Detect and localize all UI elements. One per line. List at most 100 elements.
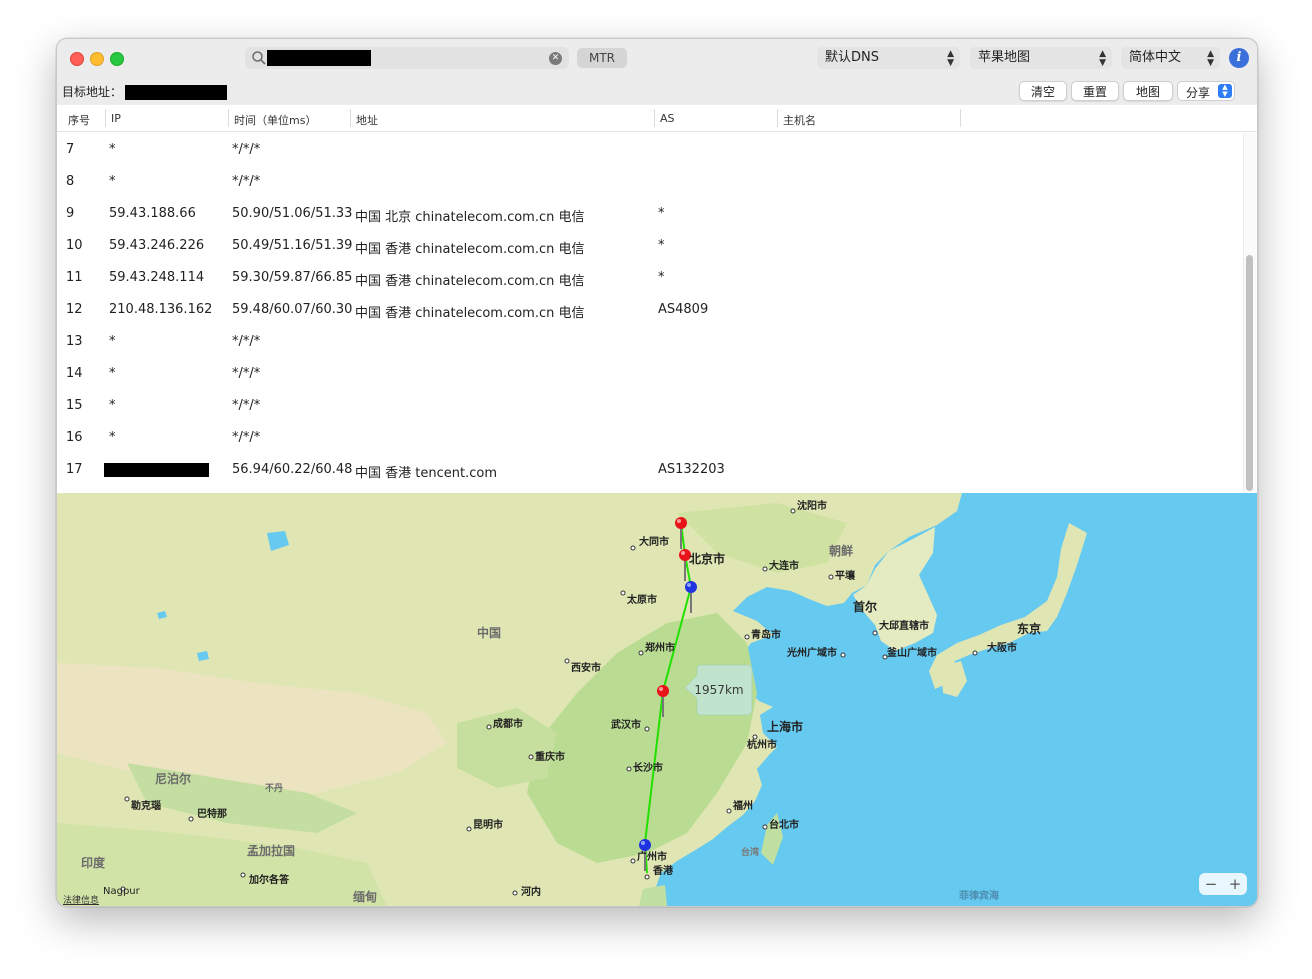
- column-divider[interactable]: [105, 109, 106, 127]
- map-canvas[interactable]: 1957km 中国 朝鲜 首尔 东京 尼泊尔 不丹 孟加拉国 印度 缅甸 台湾 …: [57, 493, 1257, 906]
- cell-time: */*/*: [232, 366, 261, 381]
- map-label: 大阪市: [987, 641, 1017, 654]
- cell-time: 59.48/60.07/60.30: [232, 302, 353, 317]
- table-row[interactable]: 11 59.43.248.114 59.30/59.87/66.85 中国 香港…: [57, 261, 1243, 293]
- search-field[interactable]: ✕: [245, 47, 569, 69]
- map-label: 河内: [521, 885, 541, 898]
- map-label: 长沙市: [633, 761, 663, 774]
- dns-select[interactable]: 默认DNS ▲ ▼: [817, 47, 960, 69]
- cell-time: */*/*: [232, 142, 261, 157]
- cell-time: */*/*: [232, 398, 261, 413]
- mtr-button[interactable]: MTR: [577, 48, 627, 68]
- close-window-button[interactable]: [70, 52, 84, 66]
- cell-address: 中国 香港 chinatelecom.com.cn 电信: [355, 306, 585, 321]
- legal-info-link[interactable]: 法律信息: [63, 893, 99, 906]
- cell-seq: 13: [66, 334, 83, 349]
- target-bar: 目标地址： 清空 重置 地图 分享 ▲ ▼: [57, 77, 1257, 105]
- zoom-out-button[interactable]: −: [1199, 873, 1223, 895]
- title-bar: ✕ MTR 默认DNS ▲ ▼ 苹果地图 ▲ ▼ 简体中文 ▲ ▼ i: [57, 39, 1257, 78]
- distance-label: 1957km: [694, 683, 743, 697]
- table-row[interactable]: 7 * */*/*: [57, 133, 1243, 165]
- cell-seq: 11: [66, 270, 83, 285]
- scrollbar-thumb[interactable]: [1246, 255, 1253, 491]
- table-row[interactable]: 12 210.48.136.162 59.48/60.07/60.30 中国 香…: [57, 293, 1243, 325]
- cell-time: 50.49/51.16/51.39: [232, 238, 353, 253]
- table-row[interactable]: 15 * */*/*: [57, 389, 1243, 421]
- cell-ip: *: [109, 398, 116, 413]
- column-header-as[interactable]: AS: [660, 112, 675, 125]
- cell-seq: 7: [66, 142, 75, 157]
- table-row[interactable]: 14 * */*/*: [57, 357, 1243, 389]
- map-label: 平壤: [835, 569, 856, 582]
- clear-button[interactable]: 清空: [1019, 81, 1067, 101]
- cell-address: 中国 北京 chinatelecom.com.cn 电信: [355, 210, 585, 225]
- map-label: 印度: [81, 855, 106, 870]
- language-select[interactable]: 简体中文 ▲ ▼: [1121, 47, 1220, 69]
- cell-ip: 210.48.136.162: [109, 302, 213, 317]
- column-header-hostname[interactable]: 主机名: [783, 112, 816, 128]
- zoom-window-button[interactable]: [110, 52, 124, 66]
- cell-time: */*/*: [232, 174, 261, 189]
- cell-time: 50.90/51.06/51.33: [232, 206, 353, 221]
- cell-time: */*/*: [232, 334, 261, 349]
- cell-ip: 59.43.246.226: [109, 238, 205, 253]
- map-label: 釜山广域市: [886, 646, 937, 659]
- map-label: 勒克瑙: [131, 799, 161, 812]
- column-divider[interactable]: [228, 109, 229, 127]
- zoom-in-button[interactable]: +: [1223, 873, 1247, 895]
- map-label: 西安市: [571, 661, 601, 674]
- map-label: 福州: [732, 799, 753, 812]
- map-label: 巴特那: [197, 807, 227, 820]
- cell-address: 中国 香港 chinatelecom.com.cn 电信: [355, 242, 585, 257]
- cell-seq: 8: [66, 174, 75, 189]
- column-header-ip[interactable]: IP: [111, 112, 121, 125]
- table-row[interactable]: 10 59.43.246.226 50.49/51.16/51.39 中国 香港…: [57, 229, 1243, 261]
- column-header-time[interactable]: 时间（单位ms）: [234, 112, 316, 128]
- map-provider-select[interactable]: 苹果地图 ▲ ▼: [970, 47, 1112, 69]
- map-label: 成都市: [493, 717, 523, 730]
- cell-seq: 9: [66, 206, 75, 221]
- table-row[interactable]: 8 * */*/*: [57, 165, 1243, 197]
- cell-time: 59.30/59.87/66.85: [232, 270, 353, 285]
- map-button[interactable]: 地图: [1123, 81, 1173, 101]
- map-label: 青岛市: [751, 628, 781, 641]
- table-header: 序号 IP 时间（单位ms） 地址 AS 主机名: [57, 105, 1257, 132]
- route-map[interactable]: 1957km 中国 朝鲜 首尔 东京 尼泊尔 不丹 孟加拉国 印度 缅甸 台湾 …: [57, 493, 1257, 906]
- info-icon[interactable]: i: [1229, 48, 1249, 68]
- map-label: 广州市: [637, 850, 667, 863]
- table-row[interactable]: 9 59.43.188.66 50.90/51.06/51.33 中国 北京 c…: [57, 197, 1243, 229]
- column-divider[interactable]: [350, 109, 351, 127]
- map-label: 大邱直辖市: [879, 619, 929, 632]
- cell-seq: 17: [66, 462, 83, 477]
- clear-search-icon[interactable]: ✕: [549, 52, 562, 65]
- reset-button[interactable]: 重置: [1071, 81, 1119, 101]
- language-select-value: 简体中文: [1129, 50, 1182, 65]
- cell-time: */*/*: [232, 430, 261, 445]
- updown-chevron-icon: ▲ ▼: [1099, 49, 1106, 68]
- share-popup-button[interactable]: 分享 ▲ ▼: [1177, 81, 1235, 101]
- map-label: 光州广域市: [786, 646, 837, 659]
- map-label: Nagpur: [103, 886, 141, 897]
- column-header-address[interactable]: 地址: [356, 112, 378, 128]
- traceroute-table: 序号 IP 时间（单位ms） 地址 AS 主机名 7 * */*/* 8 * *…: [57, 105, 1257, 493]
- column-header-seq[interactable]: 序号: [68, 112, 90, 128]
- search-icon: [252, 51, 266, 65]
- table-row[interactable]: 16 * */*/*: [57, 421, 1243, 453]
- minimize-window-button[interactable]: [90, 52, 104, 66]
- target-address-label: 目标地址：: [62, 85, 123, 99]
- map-label: 重庆市: [535, 750, 565, 763]
- column-divider[interactable]: [960, 109, 961, 127]
- cell-ip: *: [109, 142, 116, 157]
- map-label: 台湾: [741, 846, 759, 858]
- map-label: 沈阳市: [797, 499, 827, 512]
- redacted-target-address: [125, 85, 227, 100]
- map-label: 不丹: [265, 783, 283, 794]
- column-divider[interactable]: [654, 109, 655, 127]
- column-divider[interactable]: [777, 109, 778, 127]
- cell-ip: *: [109, 366, 116, 381]
- table-row[interactable]: 13 * */*/*: [57, 325, 1243, 357]
- map-label: 菲律宾海: [959, 889, 999, 902]
- cell-seq: 12: [66, 302, 83, 317]
- table-row[interactable]: 17 56.94/60.22/60.48 中国 香港 tencent.com A…: [57, 453, 1243, 485]
- map-label: 上海市: [767, 719, 803, 734]
